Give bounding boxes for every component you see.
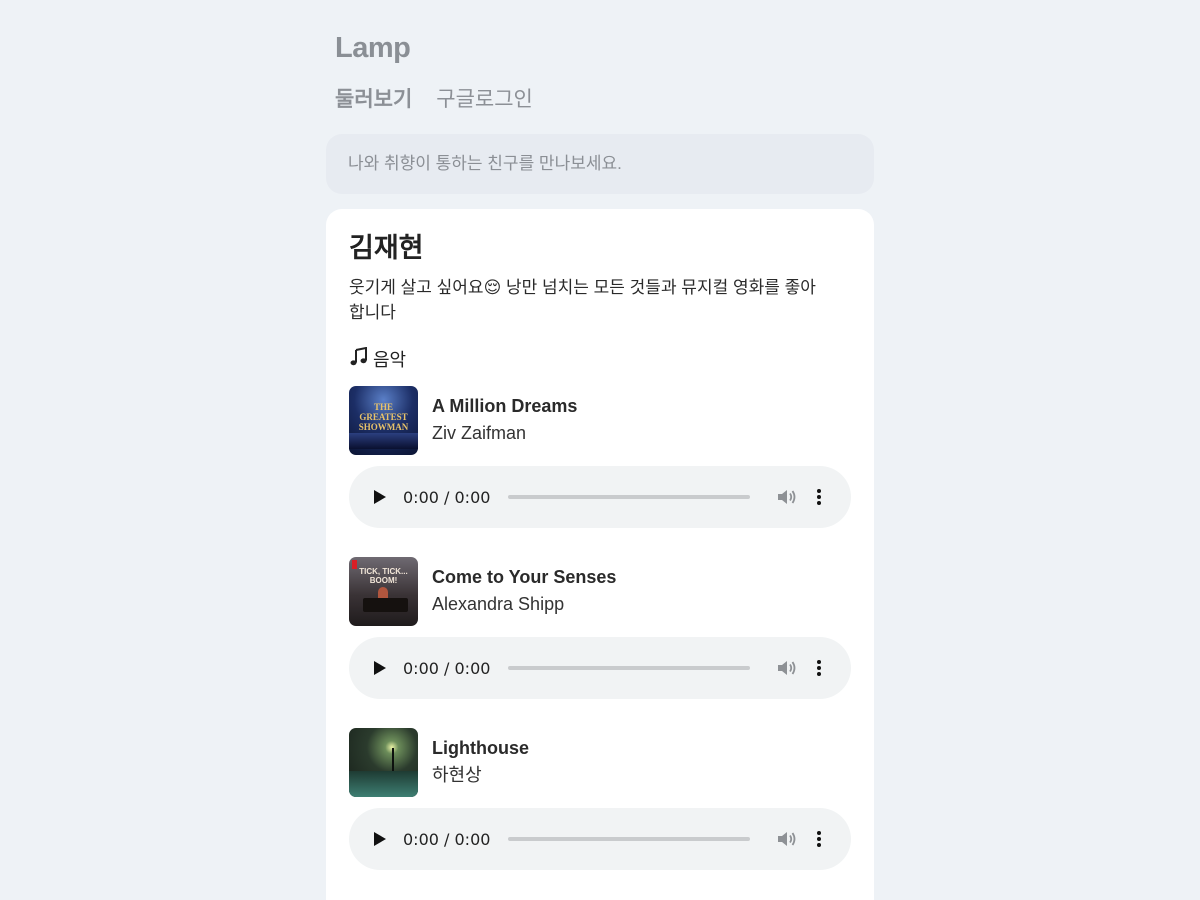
music-section-label: 음악	[373, 350, 407, 370]
track-artist: 하현상	[432, 765, 482, 785]
track-item: THE GREATEST SHOWMAN A Million Dreams Zi…	[349, 385, 851, 528]
track-meta: A Million Dreams Ziv Zaifman	[432, 393, 577, 447]
play-icon[interactable]	[371, 659, 389, 677]
audio-player: 0:00 / 0:00	[349, 637, 851, 699]
progress-bar[interactable]	[508, 666, 751, 670]
audio-player: 0:00 / 0:00	[349, 808, 851, 870]
profile-bio: 웃기게 살고 싶어요😌 낭만 넘치는 모든 것들과 뮤지컬 영화를 좋아합니다	[349, 278, 816, 322]
nav-google-login[interactable]: 구글로그인	[436, 83, 533, 113]
top-nav: 둘러보기 구글로그인	[335, 83, 874, 113]
track-artist: Alexandra Shipp	[432, 594, 565, 614]
search-input[interactable]	[326, 154, 874, 174]
track-meta: Come to Your Senses Alexandra Shipp	[432, 564, 616, 618]
track-title: Lighthouse	[432, 738, 529, 758]
play-icon[interactable]	[371, 830, 389, 848]
more-options-icon[interactable]	[815, 487, 823, 507]
track-header: TICK, TICK... BOOM! Come to Your Senses …	[349, 556, 851, 626]
album-cover-title: TICK, TICK... BOOM!	[359, 566, 408, 585]
time-display: 0:00 / 0:00	[403, 487, 491, 507]
album-cover-title: THE GREATEST SHOWMAN	[358, 401, 409, 432]
music-section-title: 음악	[349, 345, 851, 373]
volume-icon[interactable]	[777, 658, 797, 678]
search-bar	[326, 134, 874, 194]
track-header: Lighthouse 하현상	[349, 727, 851, 797]
profile-card: 김재현 웃기게 살고 싶어요😌 낭만 넘치는 모든 것들과 뮤지컬 영화를 좋아…	[326, 209, 874, 900]
track-artist: Ziv Zaifman	[432, 423, 527, 443]
track-header: THE GREATEST SHOWMAN A Million Dreams Zi…	[349, 385, 851, 455]
more-options-icon[interactable]	[815, 658, 823, 678]
volume-icon[interactable]	[777, 829, 797, 849]
page: Lamp 둘러보기 구글로그인 김재현 웃기게 살고 싶어요😌 낭만 넘치는 모…	[326, 0, 874, 900]
track-title: Come to Your Senses	[432, 567, 617, 587]
audio-player: 0:00 / 0:00	[349, 466, 851, 528]
progress-bar[interactable]	[508, 495, 751, 499]
nav-browse[interactable]: 둘러보기	[335, 83, 412, 113]
album-cover: TICK, TICK... BOOM!	[349, 556, 418, 626]
profile-name: 김재현	[349, 233, 424, 263]
brand-logo[interactable]: Lamp	[335, 30, 874, 66]
time-display: 0:00 / 0:00	[403, 658, 491, 678]
album-cover: THE GREATEST SHOWMAN	[349, 385, 418, 455]
track-item: TICK, TICK... BOOM! Come to Your Senses …	[349, 556, 851, 699]
volume-icon[interactable]	[777, 487, 797, 507]
progress-bar[interactable]	[508, 837, 751, 841]
track-item: Lighthouse 하현상 0:00 / 0:00	[349, 727, 851, 870]
netflix-logo-icon	[352, 559, 357, 569]
track-title: A Million Dreams	[432, 396, 578, 416]
album-cover	[349, 727, 418, 797]
track-meta: Lighthouse 하현상	[432, 735, 529, 789]
more-options-icon[interactable]	[815, 829, 823, 849]
music-note-icon	[349, 346, 369, 372]
time-display: 0:00 / 0:00	[403, 829, 491, 849]
play-icon[interactable]	[371, 488, 389, 506]
